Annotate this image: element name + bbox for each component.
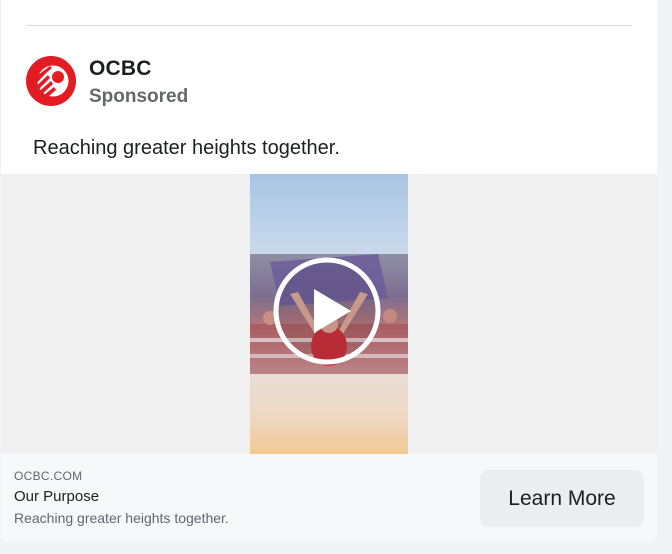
post-primary-text: Reaching greater heights together. [33,137,340,159]
advertiser-name[interactable]: OCBC [89,57,152,81]
video-player[interactable] [250,174,408,454]
link-headline[interactable]: Our Purpose [14,488,99,505]
divider [26,25,632,26]
sponsored-label[interactable]: Sponsored [89,86,188,108]
video-frame-sunset [250,374,408,454]
link-description[interactable]: Reaching greater heights together. [14,510,229,526]
cta-bar[interactable]: OCBC.COM Our Purpose Reaching greater he… [1,454,657,543]
ad-card: OCBC Sponsored Reaching greater heights … [1,0,657,543]
learn-more-button[interactable]: Learn More [480,470,644,527]
video-media[interactable] [1,174,657,454]
video-frame-sky [250,174,408,254]
ocbc-logo-avatar[interactable] [26,56,76,106]
play-icon[interactable] [272,256,382,366]
link-domain[interactable]: OCBC.COM [14,469,82,483]
